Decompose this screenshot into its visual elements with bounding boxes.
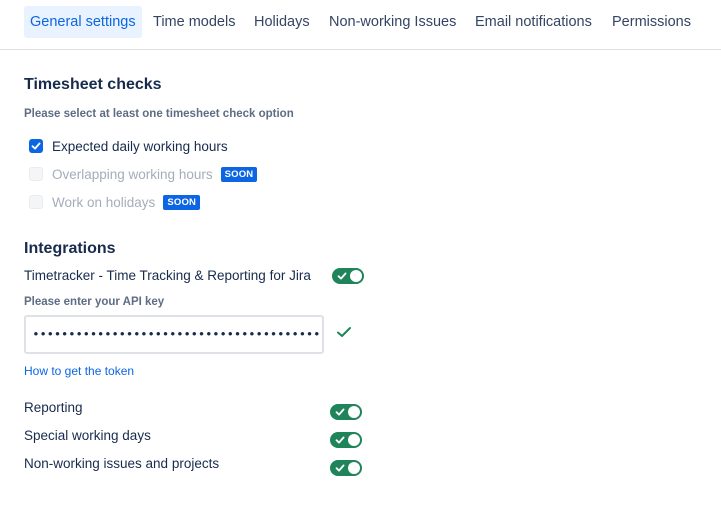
checkbox-disabled	[29, 167, 43, 181]
tab-email-notifications[interactable]: Email notifications	[469, 6, 598, 38]
timesheet-checks-heading: Timesheet checks	[24, 76, 162, 93]
soon-badge: SOON	[220, 166, 258, 182]
tab-time-models[interactable]: Time models	[147, 6, 241, 38]
integrations-heading: Integrations	[24, 240, 116, 257]
option-overlapping-hours: Overlapping working hours SOON	[29, 165, 258, 183]
timetracker-toggle[interactable]	[332, 268, 364, 284]
checkmark-icon	[335, 408, 345, 416]
option-work-on-holidays: Work on holidays SOON	[29, 193, 201, 211]
timesheet-helper-text: Please select at least one timesheet che…	[24, 108, 294, 120]
reporting-label: Reporting	[24, 400, 83, 415]
special-working-days-toggle[interactable]	[330, 432, 362, 448]
checkmark-icon	[335, 436, 345, 444]
toggle-knob	[348, 434, 360, 446]
option-expected-daily-hours[interactable]: Expected daily working hours	[29, 137, 228, 155]
tab-permissions[interactable]: Permissions	[606, 6, 697, 38]
api-key-label: Please enter your API key	[24, 296, 165, 308]
checkmark-icon	[31, 142, 41, 150]
api-key-input[interactable]: ••••••••••••••••••••••••••••••••••••••••…	[24, 315, 324, 354]
checkbox-checked[interactable]	[29, 139, 43, 153]
checkbox-disabled	[29, 195, 43, 209]
soon-badge: SOON	[163, 194, 201, 210]
non-working-issues-toggle[interactable]	[330, 460, 362, 476]
checkmark-icon	[335, 464, 345, 472]
option-label: Work on holidays	[52, 194, 156, 210]
toggle-knob	[350, 270, 362, 282]
get-token-link[interactable]: How to get the token	[24, 364, 134, 378]
option-label: Expected daily working hours	[52, 138, 228, 154]
tab-general-settings[interactable]: General settings	[24, 6, 142, 38]
toggle-knob	[348, 406, 360, 418]
checkmark-icon	[337, 272, 347, 280]
tab-non-working-issues[interactable]: Non-working Issues	[323, 6, 462, 38]
tab-holidays[interactable]: Holidays	[248, 6, 316, 38]
checkmark-icon	[337, 327, 351, 337]
toggle-knob	[348, 462, 360, 474]
option-label: Overlapping working hours	[52, 166, 213, 182]
settings-tab-bar: General settings Time models Holidays No…	[0, 0, 721, 50]
non-working-issues-label: Non-working issues and projects	[24, 456, 220, 471]
timetracker-label: Timetracker - Time Tracking & Reporting …	[24, 268, 311, 283]
special-working-days-label: Special working days	[24, 428, 151, 443]
reporting-toggle[interactable]	[330, 404, 362, 420]
